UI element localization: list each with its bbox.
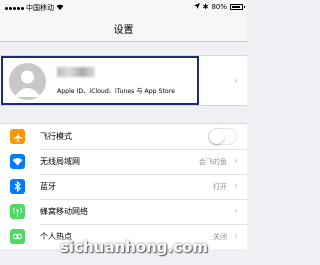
chevron-right-icon: › [233, 204, 238, 217]
settings-row-bluetooth[interactable]: 蓝牙 打开 › [0, 174, 247, 199]
chevron-right-icon: › [233, 154, 238, 167]
watermark-text: sichuanhong.com [60, 238, 209, 256]
airplane-icon [10, 129, 25, 144]
settings-row-value: 打开 [213, 183, 227, 191]
chevron-right-icon: › [233, 179, 238, 192]
carrier-label: 中国移动 [26, 4, 54, 12]
chevron-right-icon: › [233, 229, 238, 242]
status-right: ✱ 80% [193, 3, 245, 11]
battery-percent: 80% [211, 3, 227, 11]
airplane-mode-toggle[interactable] [208, 128, 237, 145]
hotspot-icon [10, 229, 25, 244]
settings-row-label: 无线局域网 [40, 157, 80, 166]
battery-icon [230, 4, 245, 10]
battery-fill [232, 6, 240, 8]
location-icon [193, 3, 200, 11]
status-left: 中国移动 [5, 3, 64, 13]
signal-strength-icon [5, 6, 24, 10]
bluetooth-status-icon: ✱ [202, 3, 209, 11]
wifi-status-icon [56, 4, 64, 12]
settings-row-value: 关闭 [213, 233, 227, 241]
settings-row-label: 蜂窝移动网络 [40, 207, 88, 216]
toggle-knob [209, 129, 224, 144]
settings-row-label: 飞行模式 [40, 132, 72, 141]
wifi-icon [10, 154, 25, 169]
settings-row-airplane-mode[interactable]: 飞行模式 [0, 124, 247, 149]
settings-row-label: 蓝牙 [40, 182, 56, 191]
settings-row-value: 会飞的鱼 [199, 158, 227, 166]
settings-row-cellular[interactable]: 蜂窝移动网络 › [0, 199, 247, 224]
settings-row-wifi[interactable]: 无线局域网 会飞的鱼 › [0, 149, 247, 174]
settings-group: 飞行模式 无线局域网 会飞的鱼 › 蓝牙 打开 › 蜂窝移动网络 › 个人热点 … [0, 123, 247, 249]
nav-bar: 设置 [0, 14, 247, 42]
bluetooth-icon [10, 179, 25, 194]
cellular-icon [10, 204, 25, 219]
chevron-right-icon: › [233, 74, 238, 87]
page-title: 设置 [113, 25, 134, 36]
highlight-box [1, 56, 199, 105]
status-bar: 中国移动 ✱ 80% [0, 0, 247, 14]
